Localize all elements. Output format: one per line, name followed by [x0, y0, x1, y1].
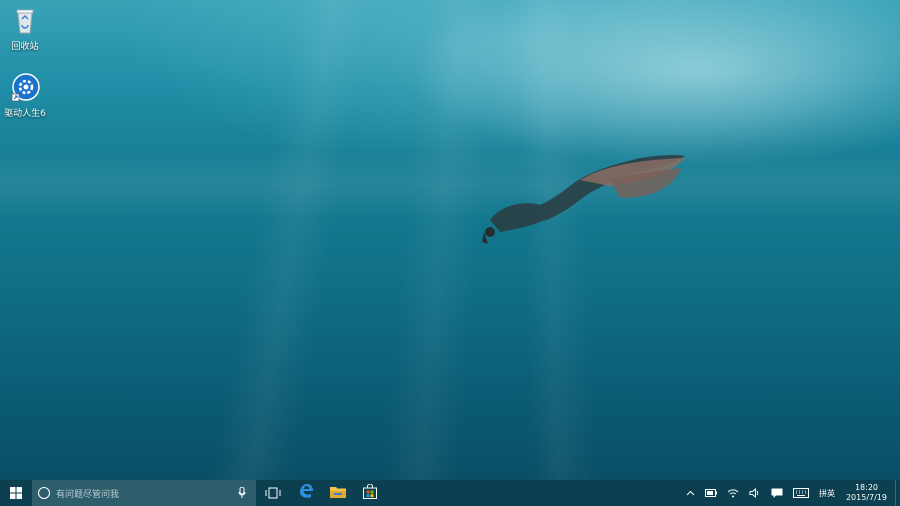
recycle-bin-icon	[10, 6, 40, 36]
volume-icon[interactable]	[749, 488, 761, 498]
task-view-icon	[265, 484, 281, 503]
taskbar-store[interactable]	[354, 480, 386, 506]
battery-icon[interactable]	[704, 489, 717, 497]
search-box[interactable]: 有问题尽管问我	[32, 480, 256, 506]
show-desktop-button[interactable]	[895, 480, 900, 506]
system-clock[interactable]: 18:20 2015/7/19	[846, 483, 887, 503]
start-button[interactable]	[0, 480, 32, 506]
store-icon	[363, 483, 377, 503]
edge-icon	[298, 483, 314, 503]
search-placeholder: 有问题尽管问我	[56, 489, 120, 500]
desktop-icon-label: 驱动人生6	[4, 109, 46, 119]
desktop-icon-label: 回收站	[11, 42, 39, 52]
desktop-icon-recycle-bin[interactable]: 回收站	[0, 6, 50, 52]
gear-icon	[10, 73, 40, 103]
water-surface-band	[0, 150, 900, 220]
cortana-circle-icon	[38, 487, 50, 499]
desktop-wallpaper: 回收站 驱动人生6	[0, 0, 900, 480]
diver-silhouette	[482, 154, 685, 244]
desktop-icon-driver-life[interactable]: 驱动人生6	[0, 73, 50, 119]
system-tray: 拼英 18:20 2015/7/19	[681, 480, 900, 506]
windows-logo-icon	[10, 484, 22, 503]
keyboard-icon[interactable]	[792, 488, 809, 498]
microphone-icon[interactable]	[238, 486, 246, 502]
input-method-indicator[interactable]: 拼英	[819, 488, 835, 499]
taskbar-edge[interactable]	[290, 480, 322, 506]
action-center-icon[interactable]	[771, 488, 783, 499]
task-view-button[interactable]	[256, 480, 290, 506]
show-hidden-icons-chevron-up-icon[interactable]	[686, 490, 695, 496]
taskbar-file-explorer[interactable]	[322, 480, 354, 506]
network-icon[interactable]	[727, 488, 739, 498]
folder-icon	[330, 484, 346, 503]
taskbar: 有问题尽管问我 拼英 18:20 2015/7/19	[0, 480, 900, 506]
clock-time: 18:20	[854, 483, 879, 492]
light-rays	[0, 0, 900, 480]
clock-date: 2015/7/19	[845, 493, 887, 502]
